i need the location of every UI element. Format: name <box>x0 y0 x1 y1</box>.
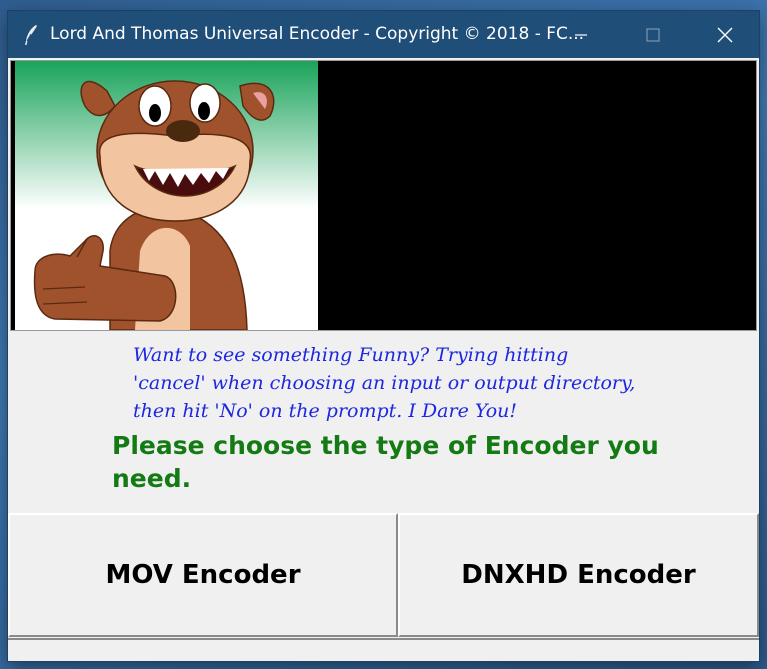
client-area: Want to see something Funny? Trying hitt… <box>8 58 759 661</box>
window-title: Lord And Thomas Universal Encoder - Copy… <box>50 24 585 44</box>
close-button[interactable] <box>695 11 755 58</box>
maximize-icon <box>646 27 660 42</box>
dnxhd-encoder-button[interactable]: DNXHD Encoder <box>398 513 759 637</box>
title-bar[interactable]: Lord And Thomas Universal Encoder - Copy… <box>8 11 759 58</box>
minimize-icon <box>575 33 587 36</box>
encoder-prompt: Please choose the type of Encoder you ne… <box>112 431 659 493</box>
encoder-window: Lord And Thomas Universal Encoder - Copy… <box>8 11 759 661</box>
bottom-strip <box>8 638 759 658</box>
feather-icon <box>25 25 37 45</box>
image-panel <box>10 60 757 331</box>
mov-encoder-button[interactable]: MOV Encoder <box>8 513 398 637</box>
maximize-button[interactable] <box>623 11 683 58</box>
bulldog-thumbs-up-illustration <box>15 61 318 330</box>
mascot-image <box>15 61 318 330</box>
funny-message: Want to see something Funny? Trying hitt… <box>133 344 636 422</box>
close-icon <box>717 27 733 42</box>
minimize-button[interactable] <box>551 11 611 58</box>
